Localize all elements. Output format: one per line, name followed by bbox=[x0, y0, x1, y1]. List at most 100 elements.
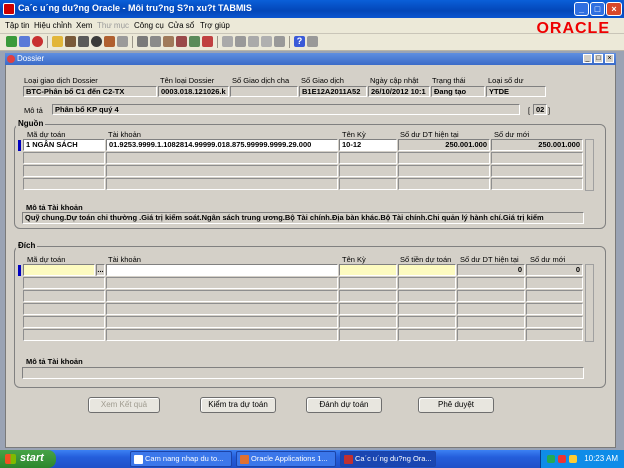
zoom-icon[interactable] bbox=[104, 36, 115, 47]
mo-ta-field[interactable]: Phân bổ KP quý 4 bbox=[52, 104, 520, 115]
table-row[interactable] bbox=[106, 316, 338, 328]
dich-hien-tai-field[interactable]: 0 bbox=[457, 264, 525, 276]
table-row[interactable] bbox=[526, 316, 583, 328]
table-row[interactable] bbox=[339, 165, 397, 177]
menu-help[interactable]: Trợ giúp bbox=[200, 21, 230, 30]
dich-so-tien-field[interactable] bbox=[398, 264, 456, 276]
loai-giao-dich-field[interactable]: BTC-Phân bổ C1 đến C2-TX bbox=[23, 86, 157, 97]
form-minimize-button[interactable]: _ bbox=[583, 54, 592, 63]
table-row[interactable] bbox=[491, 165, 583, 177]
table-row[interactable] bbox=[106, 178, 338, 190]
table-row[interactable] bbox=[398, 303, 456, 315]
table-row[interactable] bbox=[23, 277, 105, 289]
task-oracle-forms[interactable]: Ca´c u´ng du?ng Ora... bbox=[340, 451, 436, 467]
form-close-button[interactable]: × bbox=[605, 54, 614, 63]
dich-scrollbar[interactable] bbox=[585, 264, 594, 342]
nguon-hien-tai-field[interactable]: 250.001.000 bbox=[398, 139, 490, 151]
link-icon[interactable] bbox=[235, 36, 246, 47]
so-gd-cha-field[interactable] bbox=[230, 86, 298, 97]
title-bar[interactable]: Ca´c u´ng du?ng Oracle - Môi tru?ng S?n … bbox=[0, 0, 624, 18]
translate-icon[interactable] bbox=[117, 36, 128, 47]
ten-loai-field[interactable]: 0003.018.121026.k bbox=[158, 86, 229, 97]
table-row[interactable] bbox=[398, 277, 456, 289]
table-row[interactable] bbox=[106, 303, 338, 315]
nguon-ma-du-toan-field[interactable]: 1 NGÂN SÁCH bbox=[23, 139, 105, 151]
table-row[interactable] bbox=[457, 316, 525, 328]
folder-tools-icon[interactable] bbox=[274, 36, 285, 47]
table-row[interactable] bbox=[23, 165, 105, 177]
task-cam-nang[interactable]: Cam nang nhap du to... bbox=[130, 451, 232, 467]
print-icon[interactable] bbox=[78, 36, 89, 47]
menu-tools[interactable]: Công cụ bbox=[134, 21, 164, 30]
table-row[interactable] bbox=[398, 165, 490, 177]
menu-file[interactable]: Tập tin bbox=[5, 21, 29, 30]
stop-icon[interactable] bbox=[32, 36, 43, 47]
table-row[interactable] bbox=[398, 290, 456, 302]
cut-icon[interactable] bbox=[137, 36, 148, 47]
menu-edit[interactable]: Hiệu chỉnh bbox=[34, 21, 72, 30]
loai-so-du-field[interactable]: YTDE bbox=[486, 86, 546, 97]
table-row[interactable] bbox=[339, 329, 397, 341]
find-icon[interactable] bbox=[19, 36, 30, 47]
nguon-row-indicator[interactable] bbox=[18, 140, 21, 151]
dich-lov-button[interactable]: ... bbox=[96, 264, 105, 276]
help-icon[interactable]: ? bbox=[294, 36, 305, 47]
table-row[interactable] bbox=[526, 290, 583, 302]
table-row[interactable] bbox=[398, 329, 456, 341]
dich-ma-du-toan-field[interactable] bbox=[23, 264, 95, 276]
table-row[interactable] bbox=[106, 329, 338, 341]
dich-ten-ky-field[interactable] bbox=[339, 264, 397, 276]
table-row[interactable] bbox=[339, 152, 397, 164]
table-row[interactable] bbox=[23, 329, 105, 341]
mo-ta-count-field[interactable]: 02 bbox=[533, 104, 547, 115]
table-row[interactable] bbox=[23, 152, 105, 164]
window-icon[interactable] bbox=[222, 36, 233, 47]
table-row[interactable] bbox=[457, 290, 525, 302]
table-row[interactable] bbox=[457, 277, 525, 289]
delete-icon[interactable] bbox=[202, 36, 213, 47]
dossier-title-bar[interactable]: Dossier _ □ × bbox=[5, 53, 616, 65]
trang-thai-field[interactable]: Đang tạo bbox=[431, 86, 485, 97]
table-row[interactable] bbox=[491, 178, 583, 190]
save-icon[interactable] bbox=[65, 36, 76, 47]
table-row[interactable] bbox=[339, 277, 397, 289]
network-icon[interactable] bbox=[569, 455, 577, 463]
paste-icon[interactable] bbox=[163, 36, 174, 47]
table-row[interactable] bbox=[491, 152, 583, 164]
table-row[interactable] bbox=[106, 165, 338, 177]
clear-icon[interactable] bbox=[176, 36, 187, 47]
table-row[interactable] bbox=[23, 178, 105, 190]
table-row[interactable] bbox=[339, 316, 397, 328]
folder-icon[interactable] bbox=[52, 36, 63, 47]
table-row[interactable] bbox=[526, 329, 583, 341]
new-icon[interactable] bbox=[6, 36, 17, 47]
task-oracle-apps[interactable]: Oracle Applications 1... bbox=[236, 451, 336, 467]
minimize-button[interactable]: _ bbox=[574, 2, 589, 16]
antivirus-icon[interactable] bbox=[558, 455, 566, 463]
nguon-moi-field[interactable]: 250.001.000 bbox=[491, 139, 583, 151]
table-row[interactable] bbox=[398, 152, 490, 164]
danh-du-toan-button[interactable]: Đánh dự toán bbox=[306, 397, 382, 413]
maximize-button[interactable]: □ bbox=[590, 2, 605, 16]
copy-icon[interactable] bbox=[150, 36, 161, 47]
menu-folder[interactable]: Thư mục bbox=[97, 21, 129, 30]
nguon-scrollbar[interactable] bbox=[585, 139, 594, 191]
table-row[interactable] bbox=[339, 290, 397, 302]
form-maximize-button[interactable]: □ bbox=[594, 54, 603, 63]
dich-row-indicator[interactable] bbox=[18, 265, 21, 276]
table-row[interactable] bbox=[526, 277, 583, 289]
table-row[interactable] bbox=[106, 290, 338, 302]
menu-window[interactable]: Cửa sổ bbox=[168, 21, 194, 30]
table-row[interactable] bbox=[339, 303, 397, 315]
cancel-icon[interactable] bbox=[307, 36, 318, 47]
nguon-ten-ky-field[interactable]: 10-12 bbox=[339, 139, 397, 151]
dich-moi-field[interactable]: 0 bbox=[526, 264, 583, 276]
attach-icon[interactable] bbox=[189, 36, 200, 47]
attachment-icon[interactable] bbox=[248, 36, 259, 47]
menu-view[interactable]: Xem bbox=[76, 21, 92, 30]
dich-tai-khoan-field[interactable] bbox=[106, 264, 338, 276]
table-row[interactable] bbox=[23, 316, 105, 328]
ngay-cap-nhat-field[interactable]: 26/10/2012 10:1 bbox=[368, 86, 430, 97]
so-giao-dich-field[interactable]: B1E12A2011A52 bbox=[299, 86, 367, 97]
nguon-desc-field[interactable]: Quỹ chung.Dự toán chi thường .Giá trị ki… bbox=[22, 212, 584, 224]
